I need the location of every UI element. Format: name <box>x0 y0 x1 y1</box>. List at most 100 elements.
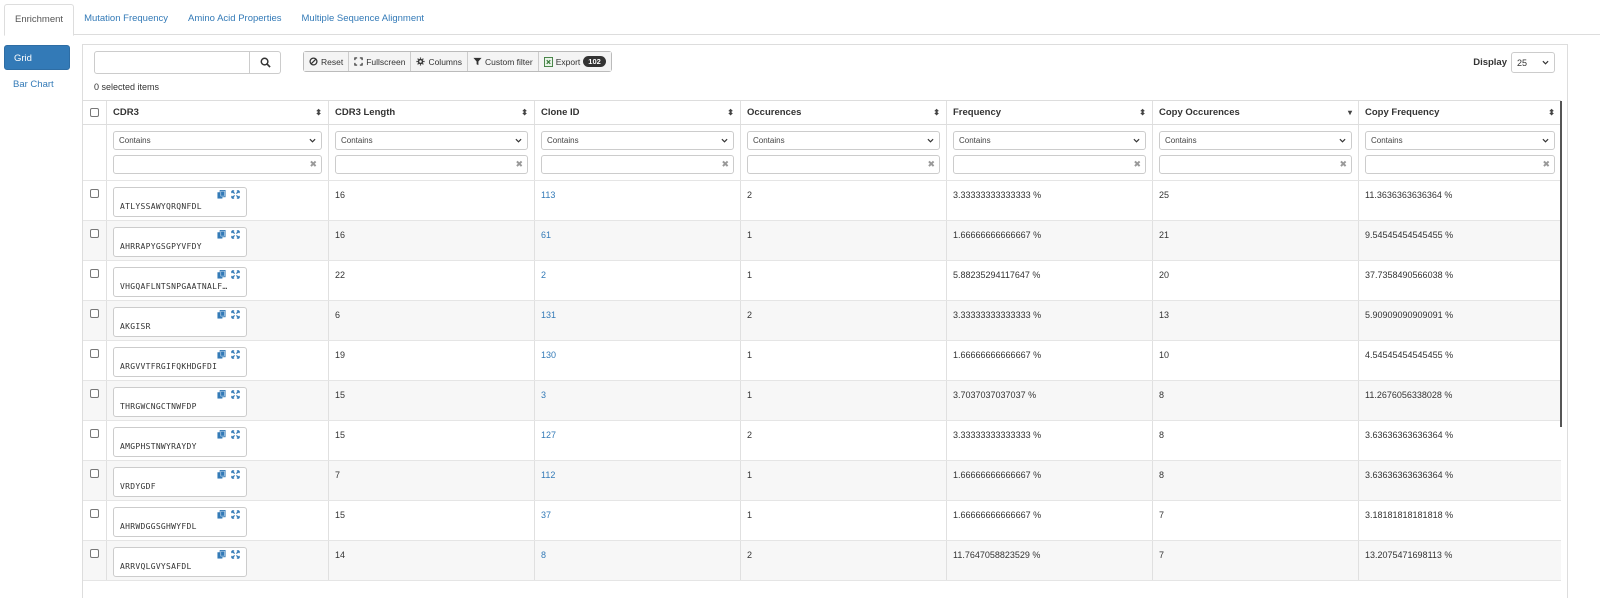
row-checkbox[interactable] <box>90 269 99 278</box>
column-header-occurences[interactable]: Occurences ⬍ <box>741 101 947 124</box>
column-header-frequency[interactable]: Frequency ⬍ <box>947 101 1153 124</box>
clone-id-link[interactable]: 112 <box>541 470 555 480</box>
clone-id-link[interactable]: 131 <box>541 310 556 320</box>
bar-chart-link[interactable]: Bar Chart <box>4 79 70 90</box>
filter-text-input[interactable]: ✖ <box>113 155 322 174</box>
filter-text-input[interactable]: ✖ <box>953 155 1146 174</box>
table-row[interactable]: AHRRAPYGSGPYVFDY 16 61 1 1.66666666666667 % 2… <box>83 221 1561 261</box>
clone-id-link[interactable]: 127 <box>541 430 556 440</box>
filter-mode-select[interactable]: Contains <box>747 131 940 150</box>
sort-icon[interactable]: ⬍ <box>315 108 322 117</box>
copy-icon[interactable] <box>217 390 226 399</box>
table-row[interactable]: VRDYGDF 7 112 1 1.66666666666667 % 8 3.6363636… <box>83 461 1561 501</box>
row-checkbox[interactable] <box>90 469 99 478</box>
expand-icon[interactable] <box>231 470 240 479</box>
copy-icon[interactable] <box>217 270 226 279</box>
expand-icon[interactable] <box>231 310 240 319</box>
copy-icon[interactable] <box>217 470 226 479</box>
row-checkbox[interactable] <box>90 429 99 438</box>
row-checkbox[interactable] <box>90 509 99 518</box>
clone-id-link[interactable]: 37 <box>541 510 551 520</box>
column-header-copy-frequency[interactable]: Copy Frequency ⬍ <box>1359 101 1561 124</box>
table-row[interactable]: VHGQAFLNTSNPGAATNALF… 22 2 1 5.8823529411764… <box>83 261 1561 301</box>
select-all-checkbox[interactable] <box>90 108 99 117</box>
table-row[interactable]: ARRVQLGVYSAFDL 14 8 2 11.7647058823529 % 7 13.… <box>83 541 1561 581</box>
tab-mutation-frequency[interactable]: Mutation Frequency <box>74 4 178 35</box>
clone-id-link[interactable]: 8 <box>541 550 546 560</box>
copy-icon[interactable] <box>217 510 226 519</box>
column-header-copy-occurences[interactable]: Copy Occurences ▾ <box>1153 101 1359 124</box>
expand-icon[interactable] <box>231 390 240 399</box>
sort-icon[interactable]: ⬍ <box>727 108 734 117</box>
sort-icon[interactable]: ⬍ <box>521 108 528 117</box>
copy-icon[interactable] <box>217 350 226 359</box>
expand-icon[interactable] <box>231 510 240 519</box>
clear-icon[interactable]: ✖ <box>1339 159 1347 170</box>
vertical-scrollbar[interactable] <box>1560 101 1562 427</box>
expand-icon[interactable] <box>231 190 240 199</box>
copy-icon[interactable] <box>217 190 226 199</box>
sort-icon[interactable]: ⬍ <box>1139 108 1146 117</box>
column-header-cdr3-length[interactable]: CDR3 Length ⬍ <box>329 101 535 124</box>
search-input[interactable] <box>94 51 250 74</box>
filter-text-input[interactable]: ✖ <box>1365 155 1555 174</box>
table-row[interactable]: AKGISR 6 131 2 3.33333333333333 % 13 5.9090909… <box>83 301 1561 341</box>
filter-text-input[interactable]: ✖ <box>541 155 734 174</box>
copy-icon[interactable] <box>217 550 226 559</box>
expand-icon[interactable] <box>231 350 240 359</box>
reset-button[interactable]: Reset <box>304 52 350 71</box>
expand-icon[interactable] <box>231 550 240 559</box>
tab-multiple-sequence-alignment[interactable]: Multiple Sequence Alignment <box>292 4 435 35</box>
sort-desc-icon[interactable]: ▾ <box>1348 108 1352 117</box>
custom-filter-button[interactable]: Custom filter <box>467 52 539 71</box>
sort-icon[interactable]: ⬍ <box>1548 108 1555 117</box>
clone-id-link[interactable]: 2 <box>541 270 546 280</box>
filter-mode-select[interactable]: Contains <box>541 131 734 150</box>
clear-icon[interactable]: ✖ <box>309 159 317 170</box>
table-row[interactable]: THRGWCNGCTNWFDP 15 3 1 3.7037037037037 % 8 11.… <box>83 381 1561 421</box>
column-header-cdr3[interactable]: CDR3 ⬍ <box>107 101 329 124</box>
sort-icon[interactable]: ⬍ <box>933 108 940 117</box>
table-row[interactable]: ARGVVTFRGIFQKHDGFDI 19 130 1 1.6666666666666… <box>83 341 1561 381</box>
page-size-select[interactable]: 25 <box>1511 52 1555 73</box>
row-checkbox[interactable] <box>90 549 99 558</box>
row-checkbox[interactable] <box>90 189 99 198</box>
clone-id-link[interactable]: 113 <box>541 190 555 200</box>
clone-id-link[interactable]: 130 <box>541 350 556 360</box>
tab-amino-acid-properties[interactable]: Amino Acid Properties <box>178 4 291 35</box>
row-checkbox[interactable] <box>90 349 99 358</box>
clone-id-link[interactable]: 61 <box>541 230 551 240</box>
clear-icon[interactable]: ✖ <box>1542 159 1550 170</box>
fullscreen-button[interactable]: Fullscreen <box>349 52 412 71</box>
filter-text-input[interactable]: ✖ <box>1159 155 1352 174</box>
clear-icon[interactable]: ✖ <box>1133 159 1141 170</box>
table-row[interactable]: AMGPHSTNWYRAYDY 15 127 2 3.33333333333333 % 8… <box>83 421 1561 461</box>
columns-button[interactable]: Columns <box>411 52 468 71</box>
tab-enrichment[interactable]: Enrichment <box>4 4 75 36</box>
expand-icon[interactable] <box>231 230 240 239</box>
filter-mode-select[interactable]: Contains <box>1365 131 1555 150</box>
row-checkbox[interactable] <box>90 389 99 398</box>
copy-icon[interactable] <box>217 310 226 319</box>
search-button[interactable] <box>250 51 281 74</box>
filter-text-input[interactable]: ✖ <box>335 155 528 174</box>
filter-mode-select[interactable]: Contains <box>113 131 322 150</box>
clone-id-link[interactable]: 3 <box>541 390 546 400</box>
grid-view-button[interactable]: Grid <box>4 45 70 70</box>
export-button[interactable]: Export 102 <box>538 52 611 71</box>
filter-mode-select[interactable]: Contains <box>953 131 1146 150</box>
filter-mode-select[interactable]: Contains <box>1159 131 1352 150</box>
table-row[interactable]: AHRWDGGSGHWYFDL 15 37 1 1.66666666666667 % 7 3… <box>83 501 1561 541</box>
expand-icon[interactable] <box>231 430 240 439</box>
clear-icon[interactable]: ✖ <box>515 159 523 170</box>
filter-mode-select[interactable]: Contains <box>335 131 528 150</box>
table-row[interactable]: ATLYSSAWYQRQNFDL 16 113 2 3.33333333333333 %… <box>83 181 1561 221</box>
copy-icon[interactable] <box>217 230 226 239</box>
copy-icon[interactable] <box>217 430 226 439</box>
clear-icon[interactable]: ✖ <box>927 159 935 170</box>
row-checkbox[interactable] <box>90 309 99 318</box>
filter-text-input[interactable]: ✖ <box>747 155 940 174</box>
expand-icon[interactable] <box>231 270 240 279</box>
column-header-clone-id[interactable]: Clone ID ⬍ <box>535 101 741 124</box>
row-checkbox[interactable] <box>90 229 99 238</box>
